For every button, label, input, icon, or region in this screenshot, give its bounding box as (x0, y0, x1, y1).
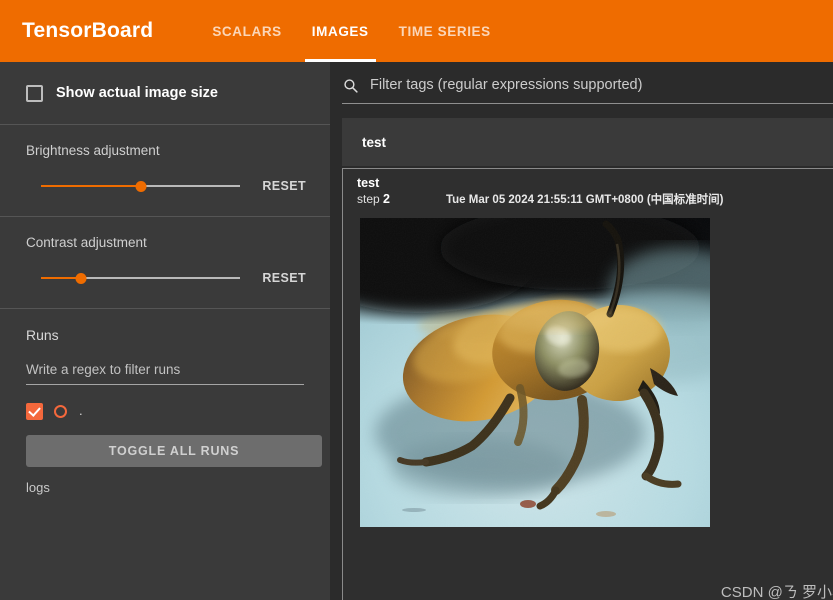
tag-group-header[interactable]: test (342, 118, 833, 166)
image-card-timestamp: Tue Mar 05 2024 21:55:11 GMT+0800 (中国标准时… (445, 194, 724, 206)
runs-filter-input[interactable] (26, 362, 304, 385)
image-card-tag-label: test (357, 176, 380, 190)
contrast-slider[interactable] (41, 270, 241, 286)
image-card-step-line: step 2 Tue Mar 05 2024 21:55:11 GMT+0800… (357, 191, 833, 207)
tab-images[interactable]: IMAGES (297, 0, 384, 62)
runs-title: Runs (26, 327, 59, 343)
toggle-all-runs-button[interactable]: TOGGLE ALL RUNS (26, 435, 322, 467)
show-actual-image-size-row[interactable]: Show actual image size (0, 62, 330, 124)
contrast-adjustment-section: Contrast adjustment RESET (0, 217, 330, 308)
run-name-label: . (79, 403, 83, 418)
brightness-slider-row: RESET (26, 178, 306, 194)
tag-filter-bar (342, 76, 833, 104)
search-icon (342, 77, 359, 94)
show-actual-image-size-checkbox[interactable] (26, 84, 43, 102)
brightness-slider[interactable] (41, 178, 241, 194)
run-color-circle-icon (54, 404, 67, 418)
tag-group-title: test (362, 134, 387, 150)
image-card-step-label: step 2 (357, 192, 390, 206)
brightness-slider-fill (41, 185, 141, 187)
watermark-text: CSDN @ㄋ 罗小黑 (720, 584, 833, 600)
runs-section: Runs . TOGGLE ALL RUNS logs (0, 309, 330, 495)
tag-filter-input[interactable] (368, 76, 833, 94)
main-tab-bar: SCALARS IMAGES TIME SERIES (197, 0, 505, 62)
contrast-slider-row: RESET (26, 270, 306, 286)
contrast-adjustment-title: Contrast adjustment (26, 235, 147, 250)
run-checkbox[interactable] (26, 402, 43, 420)
image-card: test step 2 Tue Mar 05 2024 21:55:11 GMT… (342, 168, 833, 600)
contrast-reset-button[interactable]: RESET (262, 271, 306, 285)
content-area: Show actual image size Brightness adjust… (0, 62, 833, 600)
tab-time-series[interactable]: TIME SERIES (384, 0, 506, 62)
image-preview[interactable] (360, 218, 710, 527)
image-card-step-word: step (357, 192, 380, 206)
bee-photograph (360, 218, 710, 527)
contrast-slider-thumb[interactable] (75, 273, 87, 284)
main-panel: test test step 2 Tue Mar 05 2024 21:55:1… (330, 62, 833, 600)
app-brand-title: TensorBoard (22, 19, 154, 42)
show-actual-image-size-label: Show actual image size (56, 85, 218, 101)
sidebar: Show actual image size Brightness adjust… (0, 62, 330, 600)
image-card-step-value: 2 (383, 192, 390, 206)
image-card-header: test step 2 Tue Mar 05 2024 21:55:11 GMT… (343, 169, 833, 214)
brightness-slider-thumb[interactable] (135, 181, 147, 192)
brightness-adjustment-title: Brightness adjustment (26, 143, 160, 158)
run-list-item[interactable]: . (26, 401, 306, 421)
app-header: TensorBoard SCALARS IMAGES TIME SERIES (0, 0, 833, 62)
brightness-reset-button[interactable]: RESET (262, 179, 306, 193)
brightness-adjustment-section: Brightness adjustment RESET (0, 125, 330, 216)
tab-scalars[interactable]: SCALARS (197, 0, 296, 62)
logs-label: logs (26, 480, 50, 495)
